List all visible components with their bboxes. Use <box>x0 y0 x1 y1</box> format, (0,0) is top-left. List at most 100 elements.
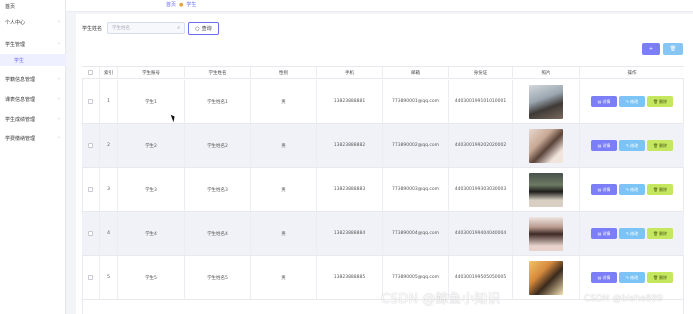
delete-button[interactable]: 🗑 删除 <box>647 272 673 283</box>
sidebar-item-student-manage[interactable]: 学生管理 › <box>0 38 66 50</box>
delete-label: 删除 <box>659 98 668 104</box>
cell-gender: 男 <box>251 80 317 123</box>
detail-button[interactable]: ▤ 详情 <box>591 184 617 195</box>
row-actions: ▤ 详情 ✎ 修改 🗑 删除 <box>591 272 673 283</box>
cell-email: 773890002@qq.com <box>383 124 449 167</box>
row-select-cell[interactable] <box>82 124 100 167</box>
cell-actions: ▤ 详情 ✎ 修改 🗑 删除 <box>580 256 684 299</box>
cell-name: 学生姓名1 <box>185 80 251 123</box>
cell-gender: 男 <box>251 212 317 255</box>
search-label: 学生姓名 <box>82 26 103 32</box>
edit-button[interactable]: ✎ 修改 <box>619 272 645 283</box>
detail-button[interactable]: ▤ 详情 <box>591 140 617 151</box>
delete-button[interactable]: 🗑 删除 <box>647 96 673 107</box>
delete-label: 删除 <box>659 186 668 192</box>
cell-actions: ▤ 详情 ✎ 修改 🗑 删除 <box>580 80 684 123</box>
student-photo <box>529 216 563 251</box>
cell-email: 773890001@qq.com <box>383 80 449 123</box>
checkbox[interactable] <box>88 187 93 192</box>
header-cell: 手机 <box>317 67 383 78</box>
cell-name: 学生姓名4 <box>185 212 251 255</box>
sidebar-item-label: 课表信息管理 <box>5 96 36 103</box>
sidebar-item-profile[interactable]: 个人中心 › <box>0 16 66 28</box>
delete-label: 删除 <box>659 274 668 280</box>
sidebar-item-tuition[interactable]: 学费缴纳管理 › <box>0 132 66 144</box>
cell-account: 学生1 <box>118 80 185 123</box>
sidebar-item-timetable[interactable]: 课表信息管理 › <box>0 93 66 105</box>
table-header: 索引 学生账号 学生姓名 性别 手机 邮箱 身份证 照片 操作 <box>82 66 684 79</box>
edit-label: 修改 <box>630 98 639 104</box>
delete-label: 删除 <box>659 230 668 236</box>
cell-photo <box>513 80 580 123</box>
header-cell: 学生账号 <box>118 67 185 78</box>
cell-phone: 13823888881 <box>317 80 383 123</box>
delete-button[interactable]: 🗑 删除 <box>647 140 673 151</box>
cell-account: 学生3 <box>118 168 185 211</box>
checkbox[interactable] <box>88 70 93 75</box>
row-select-cell[interactable] <box>82 212 100 255</box>
header-cell: 索引 <box>100 67 118 78</box>
cell-photo <box>513 168 580 211</box>
detail-label: 详情 <box>602 274 611 280</box>
table-row[interactable]: 2 学生2 学生姓名2 男 13823888882 773890002@qq.com 440… <box>82 124 684 168</box>
row-select-cell[interactable] <box>82 256 100 299</box>
cell-phone: 13823888883 <box>317 168 383 211</box>
flame-icon: ● <box>179 1 184 8</box>
add-button[interactable]: + <box>642 43 660 55</box>
sidebar-item-grades[interactable]: 学生成绩管理 › <box>0 113 66 125</box>
cell-id-card: 440300199101010001 <box>449 80 513 123</box>
edit-button[interactable]: ✎ 修改 <box>619 140 645 151</box>
cell-actions: ▤ 详情 ✎ 修改 🗑 删除 <box>580 168 684 211</box>
row-actions: ▤ 详情 ✎ 修改 🗑 删除 <box>591 184 673 195</box>
cell-photo <box>513 124 580 167</box>
sidebar: 首页 个人中心 › 学生管理 › 学生 学籍信息管理 › 课表信息管理 › 学生成绩管理… <box>0 0 66 314</box>
detail-icon: ▤ <box>597 187 602 192</box>
header-cell: 性别 <box>251 67 317 78</box>
detail-label: 详情 <box>602 98 611 104</box>
cell-actions: ▤ 详情 ✎ 修改 🗑 删除 <box>580 212 684 255</box>
delete-button[interactable]: 🗑 删除 <box>647 184 673 195</box>
sidebar-item-enrollment[interactable]: 学籍信息管理 › <box>0 73 66 85</box>
search-button[interactable]: ○ 查询 <box>188 22 219 35</box>
checkbox[interactable] <box>88 99 93 104</box>
delete-button[interactable]: 🗑 删除 <box>647 228 673 239</box>
delete-label: 删除 <box>659 142 668 148</box>
checkbox[interactable] <box>88 143 93 148</box>
edit-button[interactable]: ✎ 修改 <box>619 228 645 239</box>
row-actions: ▤ 详情 ✎ 修改 🗑 删除 <box>591 140 673 151</box>
cell-id-card: 440300199404040004 <box>449 212 513 255</box>
edit-button[interactable]: ✎ 修改 <box>619 96 645 107</box>
sidebar-item-label: 学籍信息管理 <box>5 76 36 83</box>
edit-button[interactable]: ✎ 修改 <box>619 184 645 195</box>
breadcrumb-home[interactable]: 首页 <box>166 1 176 8</box>
delete-icon: 🗑 <box>652 231 659 236</box>
detail-button[interactable]: ▤ 详情 <box>591 272 617 283</box>
row-actions: ▤ 详情 ✎ 修改 🗑 删除 <box>591 228 673 239</box>
header-select-all[interactable] <box>82 67 100 78</box>
chevron-right-icon: › <box>58 76 60 82</box>
edit-icon: ✎ <box>625 231 630 236</box>
student-photo <box>529 260 563 295</box>
checkbox[interactable] <box>88 231 93 236</box>
cell-gender: 男 <box>251 124 317 167</box>
row-select-cell[interactable] <box>82 168 100 211</box>
sidebar-item-home[interactable]: 首页 <box>0 0 66 12</box>
cell-name: 学生姓名3 <box>185 168 251 211</box>
search-input[interactable]: 学生姓名 ⌕ <box>107 22 185 34</box>
row-select-cell[interactable] <box>82 80 100 123</box>
watermark-corner: CSDN @bishe889 <box>584 294 663 304</box>
student-photo <box>529 172 563 207</box>
cell-phone: 13823888885 <box>317 256 383 299</box>
table-row[interactable]: 4 学生4 学生姓名4 男 13823888884 773890004@qq.com 440… <box>82 212 684 256</box>
batch-delete-button[interactable]: 🗑 <box>663 43 683 55</box>
cell-email: 773890004@qq.com <box>383 212 449 255</box>
sidebar-item-student[interactable]: 学生 <box>0 54 66 66</box>
detail-button[interactable]: ▤ 详情 <box>591 228 617 239</box>
table-row[interactable]: 3 学生3 学生姓名3 男 13823888883 773890003@qq.com 440… <box>82 168 684 212</box>
plus-icon: + <box>648 46 654 52</box>
cell-gender: 男 <box>251 168 317 211</box>
checkbox[interactable] <box>88 275 93 280</box>
top-bar <box>66 0 693 12</box>
detail-button[interactable]: ▤ 详情 <box>591 96 617 107</box>
cell-photo <box>513 212 580 255</box>
